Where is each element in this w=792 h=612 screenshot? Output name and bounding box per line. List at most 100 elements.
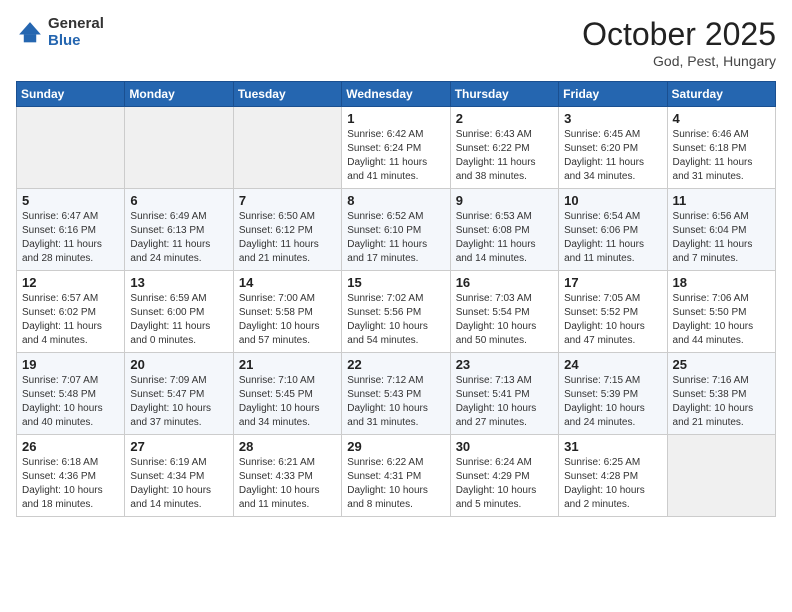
- calendar-cell: 21Sunrise: 7:10 AMSunset: 5:45 PMDayligh…: [233, 353, 341, 435]
- day-info: Sunrise: 6:19 AMSunset: 4:34 PMDaylight:…: [130, 456, 227, 512]
- day-number: 6: [130, 193, 227, 208]
- logo-icon: [16, 19, 44, 47]
- calendar-cell: 13Sunrise: 6:59 AMSunset: 6:00 PMDayligh…: [125, 271, 233, 353]
- day-number: 12: [22, 275, 119, 290]
- day-number: 28: [239, 439, 336, 454]
- day-info: Sunrise: 6:46 AMSunset: 6:18 PMDaylight:…: [673, 128, 770, 184]
- day-info: Sunrise: 6:57 AMSunset: 6:02 PMDaylight:…: [22, 292, 119, 348]
- page-header: General Blue October 2025 God, Pest, Hun…: [16, 16, 776, 69]
- day-info: Sunrise: 7:12 AMSunset: 5:43 PMDaylight:…: [347, 374, 444, 430]
- day-info: Sunrise: 7:00 AMSunset: 5:58 PMDaylight:…: [239, 292, 336, 348]
- calendar-cell: 7Sunrise: 6:50 AMSunset: 6:12 PMDaylight…: [233, 189, 341, 271]
- day-info: Sunrise: 6:53 AMSunset: 6:08 PMDaylight:…: [456, 210, 553, 266]
- day-info: Sunrise: 6:24 AMSunset: 4:29 PMDaylight:…: [456, 456, 553, 512]
- calendar-cell: 19 Sunrise: 7:07 AMSunset: 5:48 PMDayligh…: [17, 353, 125, 435]
- day-info: Sunrise: 6:25 AMSunset: 4:28 PMDaylight:…: [564, 456, 661, 512]
- calendar-header-tuesday: Tuesday: [233, 82, 341, 107]
- calendar-week-row: 19 Sunrise: 7:07 AMSunset: 5:48 PMDayligh…: [17, 353, 776, 435]
- day-number: 31: [564, 439, 661, 454]
- calendar-header-saturday: Saturday: [667, 82, 775, 107]
- logo-text: General Blue: [48, 16, 104, 49]
- calendar-cell: 4 Sunrise: 6:46 AMSunset: 6:18 PMDaylight…: [667, 107, 775, 189]
- calendar-cell: 29 Sunrise: 6:22 AMSunset: 4:31 PMDayligh…: [342, 435, 450, 517]
- calendar-cell: 26 Sunrise: 6:18 AMSunset: 4:36 PMDayligh…: [17, 435, 125, 517]
- logo-general: General: [48, 16, 104, 33]
- calendar-header-monday: Monday: [125, 82, 233, 107]
- calendar-week-row: 26 Sunrise: 6:18 AMSunset: 4:36 PMDayligh…: [17, 435, 776, 517]
- calendar-cell: 24Sunrise: 7:15 AMSunset: 5:39 PMDayligh…: [559, 353, 667, 435]
- day-info: Sunrise: 7:07 AMSunset: 5:48 PMDaylight:…: [22, 374, 119, 430]
- calendar-cell: 10 Sunrise: 6:54 AMSunset: 6:06 PMDayligh…: [559, 189, 667, 271]
- logo: General Blue: [16, 16, 104, 49]
- calendar-cell: 15Sunrise: 7:02 AMSunset: 5:56 PMDayligh…: [342, 271, 450, 353]
- day-info: Sunrise: 7:03 AMSunset: 5:54 PMDaylight:…: [456, 292, 553, 348]
- day-info: Sunrise: 7:05 AMSunset: 5:52 PMDaylight:…: [564, 292, 661, 348]
- day-info: Sunrise: 6:43 AMSunset: 6:22 PMDaylight:…: [456, 128, 553, 184]
- day-info: Sunrise: 7:13 AMSunset: 5:41 PMDaylight:…: [456, 374, 553, 430]
- day-number: 19: [22, 357, 119, 372]
- day-number: 24: [564, 357, 661, 372]
- day-number: 11: [673, 193, 770, 208]
- day-number: 26: [22, 439, 119, 454]
- calendar-week-row: 12 Sunrise: 6:57 AMSunset: 6:02 PMDayligh…: [17, 271, 776, 353]
- day-info: Sunrise: 7:06 AMSunset: 5:50 PMDaylight:…: [673, 292, 770, 348]
- day-number: 29: [347, 439, 444, 454]
- calendar-header-thursday: Thursday: [450, 82, 558, 107]
- calendar-cell: 9 Sunrise: 6:53 AMSunset: 6:08 PMDaylight…: [450, 189, 558, 271]
- calendar-cell: 2Sunrise: 6:43 AMSunset: 6:22 PMDaylight…: [450, 107, 558, 189]
- day-number: 17: [564, 275, 661, 290]
- calendar-cell: [125, 107, 233, 189]
- calendar-cell: 31 Sunrise: 6:25 AMSunset: 4:28 PMDayligh…: [559, 435, 667, 517]
- calendar-header-sunday: Sunday: [17, 82, 125, 107]
- day-number: 4: [673, 111, 770, 126]
- day-number: 23: [456, 357, 553, 372]
- day-info: Sunrise: 7:16 AMSunset: 5:38 PMDaylight:…: [673, 374, 770, 430]
- day-info: Sunrise: 6:18 AMSunset: 4:36 PMDaylight:…: [22, 456, 119, 512]
- calendar-header-wednesday: Wednesday: [342, 82, 450, 107]
- calendar-cell: [17, 107, 125, 189]
- calendar-cell: 28Sunrise: 6:21 AMSunset: 4:33 PMDayligh…: [233, 435, 341, 517]
- day-number: 1: [347, 111, 444, 126]
- calendar-cell: 16 Sunrise: 7:03 AMSunset: 5:54 PMDayligh…: [450, 271, 558, 353]
- calendar-cell: 6 Sunrise: 6:49 AMSunset: 6:13 PMDaylight…: [125, 189, 233, 271]
- day-number: 25: [673, 357, 770, 372]
- day-number: 5: [22, 193, 119, 208]
- calendar-cell: 17 Sunrise: 7:05 AMSunset: 5:52 PMDayligh…: [559, 271, 667, 353]
- day-info: Sunrise: 7:10 AMSunset: 5:45 PMDaylight:…: [239, 374, 336, 430]
- day-number: 10: [564, 193, 661, 208]
- calendar-table: SundayMondayTuesdayWednesdayThursdayFrid…: [16, 81, 776, 517]
- day-number: 3: [564, 111, 661, 126]
- day-number: 27: [130, 439, 227, 454]
- calendar-cell: 22Sunrise: 7:12 AMSunset: 5:43 PMDayligh…: [342, 353, 450, 435]
- calendar-cell: 30Sunrise: 6:24 AMSunset: 4:29 PMDayligh…: [450, 435, 558, 517]
- day-info: Sunrise: 6:45 AMSunset: 6:20 PMDaylight:…: [564, 128, 661, 184]
- day-info: Sunrise: 7:09 AMSunset: 5:47 PMDaylight:…: [130, 374, 227, 430]
- calendar-header-row: SundayMondayTuesdayWednesdayThursdayFrid…: [17, 82, 776, 107]
- day-number: 15: [347, 275, 444, 290]
- calendar-week-row: 1Sunrise: 6:42 AMSunset: 6:24 PMDaylight…: [17, 107, 776, 189]
- day-info: Sunrise: 6:47 AMSunset: 6:16 PMDaylight:…: [22, 210, 119, 266]
- calendar-header-friday: Friday: [559, 82, 667, 107]
- day-info: Sunrise: 6:59 AMSunset: 6:00 PMDaylight:…: [130, 292, 227, 348]
- calendar-cell: 3 Sunrise: 6:45 AMSunset: 6:20 PMDaylight…: [559, 107, 667, 189]
- calendar-cell: 5 Sunrise: 6:47 AMSunset: 6:16 PMDaylight…: [17, 189, 125, 271]
- calendar-cell: 11Sunrise: 6:56 AMSunset: 6:04 PMDayligh…: [667, 189, 775, 271]
- day-number: 16: [456, 275, 553, 290]
- calendar-cell: [667, 435, 775, 517]
- day-number: 18: [673, 275, 770, 290]
- calendar-cell: 1Sunrise: 6:42 AMSunset: 6:24 PMDaylight…: [342, 107, 450, 189]
- calendar-cell: 27 Sunrise: 6:19 AMSunset: 4:34 PMDayligh…: [125, 435, 233, 517]
- location-subtitle: God, Pest, Hungary: [582, 53, 776, 69]
- day-number: 9: [456, 193, 553, 208]
- day-info: Sunrise: 6:49 AMSunset: 6:13 PMDaylight:…: [130, 210, 227, 266]
- calendar-cell: 14Sunrise: 7:00 AMSunset: 5:58 PMDayligh…: [233, 271, 341, 353]
- logo-blue: Blue: [48, 33, 104, 50]
- day-number: 20: [130, 357, 227, 372]
- calendar-cell: [233, 107, 341, 189]
- day-info: Sunrise: 6:50 AMSunset: 6:12 PMDaylight:…: [239, 210, 336, 266]
- day-info: Sunrise: 6:22 AMSunset: 4:31 PMDaylight:…: [347, 456, 444, 512]
- calendar-cell: 25 Sunrise: 7:16 AMSunset: 5:38 PMDayligh…: [667, 353, 775, 435]
- day-info: Sunrise: 6:54 AMSunset: 6:06 PMDaylight:…: [564, 210, 661, 266]
- title-area: October 2025 God, Pest, Hungary: [582, 16, 776, 69]
- calendar-cell: 12 Sunrise: 6:57 AMSunset: 6:02 PMDayligh…: [17, 271, 125, 353]
